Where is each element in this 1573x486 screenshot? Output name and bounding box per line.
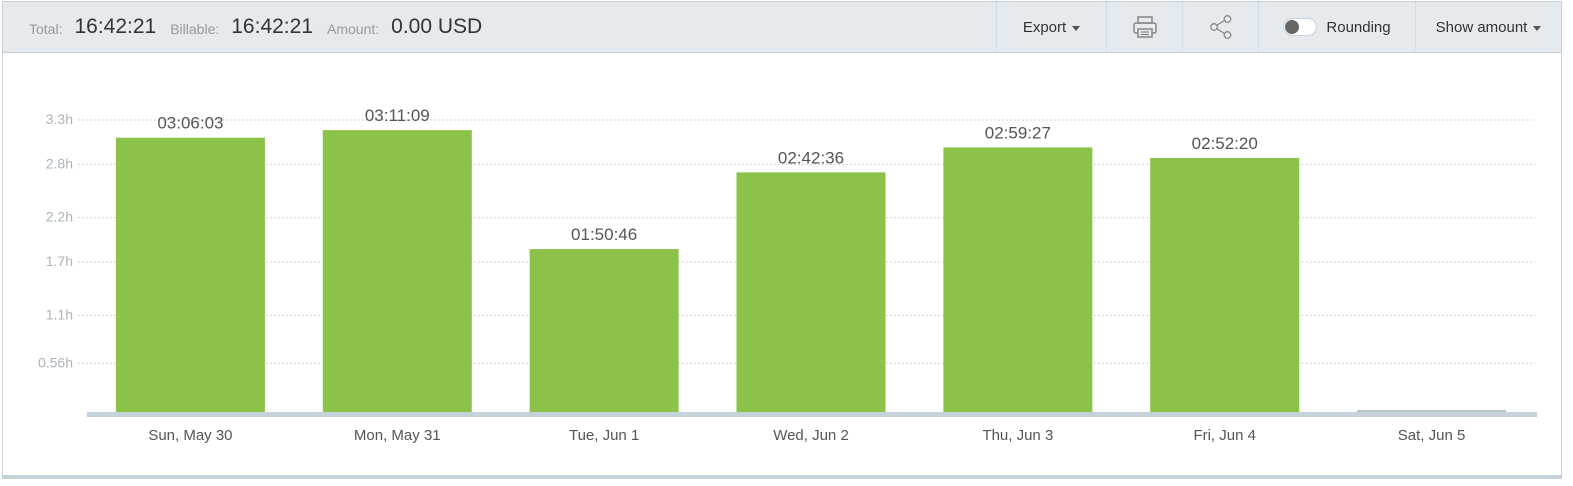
x-axis-baseline [87,412,1537,417]
y-tick-label: 3.3h [46,111,73,127]
bar-data-label: 03:11:09 [365,106,430,125]
bar-data-label: 03:06:03 [157,114,223,133]
bar-data-label: 02:42:36 [778,148,844,167]
x-tick-label: Thu, Jun 3 [982,427,1053,444]
x-tick-label: Wed, Jun 2 [773,427,849,444]
x-tick-label: Sun, May 30 [148,427,232,444]
bar-data-label: 01:50:46 [571,225,637,244]
x-tick-label: Tue, Jun 1 [569,427,639,444]
bar [115,137,265,414]
bar-data-label: 02:59:27 [985,123,1051,142]
y-tick-label: 0.56h [38,354,73,370]
bar [736,172,886,413]
daily-bar-chart: 0.56h 1.1h 1.7h 2.2h 2.8h 3.3h 03:06:03 Sun, Ma… [38,106,1537,444]
y-tick-label: 2.2h [46,209,73,225]
x-tick-label: Sat, Jun 5 [1398,427,1466,444]
bar [529,249,679,413]
bar [322,130,472,413]
y-tick-label: 1.7h [46,253,73,269]
bar [1150,157,1300,413]
bar [943,147,1093,413]
bar-data-label: 02:52:20 [1192,134,1258,153]
x-tick-label: Fri, Jun 4 [1193,427,1256,444]
y-tick-label: 1.1h [46,306,73,322]
y-tick-label: 2.8h [46,155,73,171]
x-tick-label: Mon, May 31 [354,427,441,444]
